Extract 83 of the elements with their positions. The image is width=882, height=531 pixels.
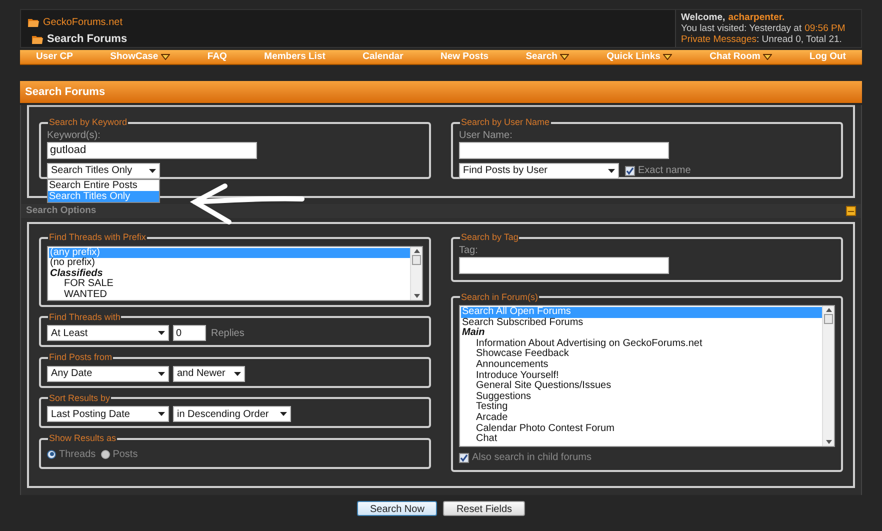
list-option[interactable]: WANTED (49, 290, 410, 300)
folder-icon (28, 18, 39, 27)
checkbox[interactable] (459, 452, 469, 462)
username-field[interactable] (459, 142, 669, 158)
list-option[interactable]: Testing (461, 402, 822, 413)
replies-field[interactable]: 0 (173, 325, 206, 341)
section-legend: Search by Tag (460, 231, 520, 244)
checkbox[interactable] (625, 166, 635, 176)
form-button[interactable]: Search Now (356, 501, 438, 516)
scroll-down-icon[interactable] (414, 294, 420, 298)
list-option[interactable]: FOR SALE (49, 279, 410, 290)
list-option[interactable]: Arcade (461, 412, 822, 424)
caret-icon (161, 54, 170, 60)
list-option[interactable]: Main (461, 328, 822, 339)
list-option[interactable]: Information About Advertising on GeckoForums.net (461, 338, 822, 350)
caret-icon (234, 372, 241, 376)
caret-icon (158, 412, 165, 416)
tag-field[interactable] (459, 256, 669, 274)
radio-label: Threads (59, 448, 96, 462)
username-link[interactable]: acharpenter. (728, 12, 785, 23)
radio-label: Posts (112, 448, 138, 462)
list-option[interactable]: (no prefix) (49, 258, 410, 269)
section-legend: Show Results as (48, 432, 118, 446)
folder-icon (32, 34, 43, 44)
list-option[interactable]: Classifieds (49, 268, 410, 280)
dropdown[interactable]: in Descending Order (173, 406, 291, 422)
form-button[interactable]: Reset Fields (443, 501, 526, 516)
dropdown[interactable]: Search Titles Only (47, 162, 160, 178)
messages-link[interactable]: Private Messages (681, 34, 757, 45)
dropdown-option[interactable]: Search Entire Posts (48, 180, 159, 190)
scroll-up-icon[interactable] (414, 248, 420, 252)
list-option[interactable]: Suggestions (461, 392, 822, 402)
dropdown[interactable]: Any Date (47, 366, 169, 382)
radio-button[interactable] (47, 450, 56, 458)
caret-icon (149, 168, 156, 172)
scroll-up-icon[interactable] (826, 308, 832, 312)
list-option[interactable]: General Site Questions/Issues (461, 381, 822, 392)
caret-icon (158, 372, 165, 376)
list-option[interactable]: Chat (461, 434, 822, 445)
list-option[interactable]: Showcase Feedback (461, 349, 822, 360)
section-legend: Search by User Name (460, 116, 551, 130)
field-label: Tag: (459, 244, 479, 256)
list-option[interactable]: Introduce Yourself! (461, 370, 822, 382)
dropdown[interactable]: Last Posting Date (47, 406, 169, 422)
section-legend: Find Threads with (48, 310, 122, 324)
scroll-down-icon[interactable] (826, 440, 832, 444)
checkbox-label: Also search in child forums (472, 451, 592, 465)
list-option[interactable]: Search Subscribed Forums (461, 318, 822, 328)
page-title: Search Forums (47, 32, 128, 47)
field-suffix: Replies (211, 326, 244, 340)
section-legend: Find Threads with Prefix (48, 231, 147, 244)
keyword-field[interactable]: gutload (47, 142, 257, 158)
caret-icon (663, 54, 672, 60)
radio-button[interactable] (100, 450, 110, 458)
dropdown[interactable]: Find Posts by User (459, 162, 619, 178)
caret-icon (158, 331, 165, 335)
list-option[interactable]: Calendar Photo Contest Forum (461, 424, 822, 434)
list-box[interactable] (459, 305, 835, 447)
panel-title: Search Forums (20, 81, 862, 103)
section-legend: Search in Forum(s) (460, 290, 540, 304)
section-legend: Search by Keyword (48, 116, 128, 130)
caret-icon (280, 412, 287, 416)
field-label: User Name: (459, 130, 514, 140)
scroll-thumb[interactable] (824, 314, 833, 324)
caret-icon (560, 54, 570, 60)
scroll-thumb[interactable] (412, 254, 421, 264)
welcome-text: Welcome, (681, 12, 726, 23)
options-title: Search Options (26, 204, 96, 218)
dropdown[interactable]: and Newer (173, 366, 245, 382)
caret-icon (608, 168, 615, 172)
section-legend: Sort Results by (48, 392, 112, 405)
checkbox-label: Exact name (638, 164, 691, 178)
field-label: Keyword(s): (47, 130, 102, 140)
caret-icon (763, 54, 772, 60)
site-link[interactable]: GeckoForums.net (43, 15, 122, 30)
section-legend: Find Posts from (48, 351, 114, 364)
list-option[interactable]: Announcements (461, 360, 822, 371)
dropdown[interactable]: At Least (47, 325, 169, 341)
message-counts: : Unread 0, Total 21. (756, 34, 842, 45)
visit-time: 09:56 PM (804, 23, 846, 34)
list-box[interactable]: (any prefix) (no prefix) Classifieds FOR SALE WANTED (47, 246, 423, 300)
collapse-icon[interactable] (846, 206, 856, 216)
last-visited-text: You last visited: Yesterday at (681, 23, 802, 34)
